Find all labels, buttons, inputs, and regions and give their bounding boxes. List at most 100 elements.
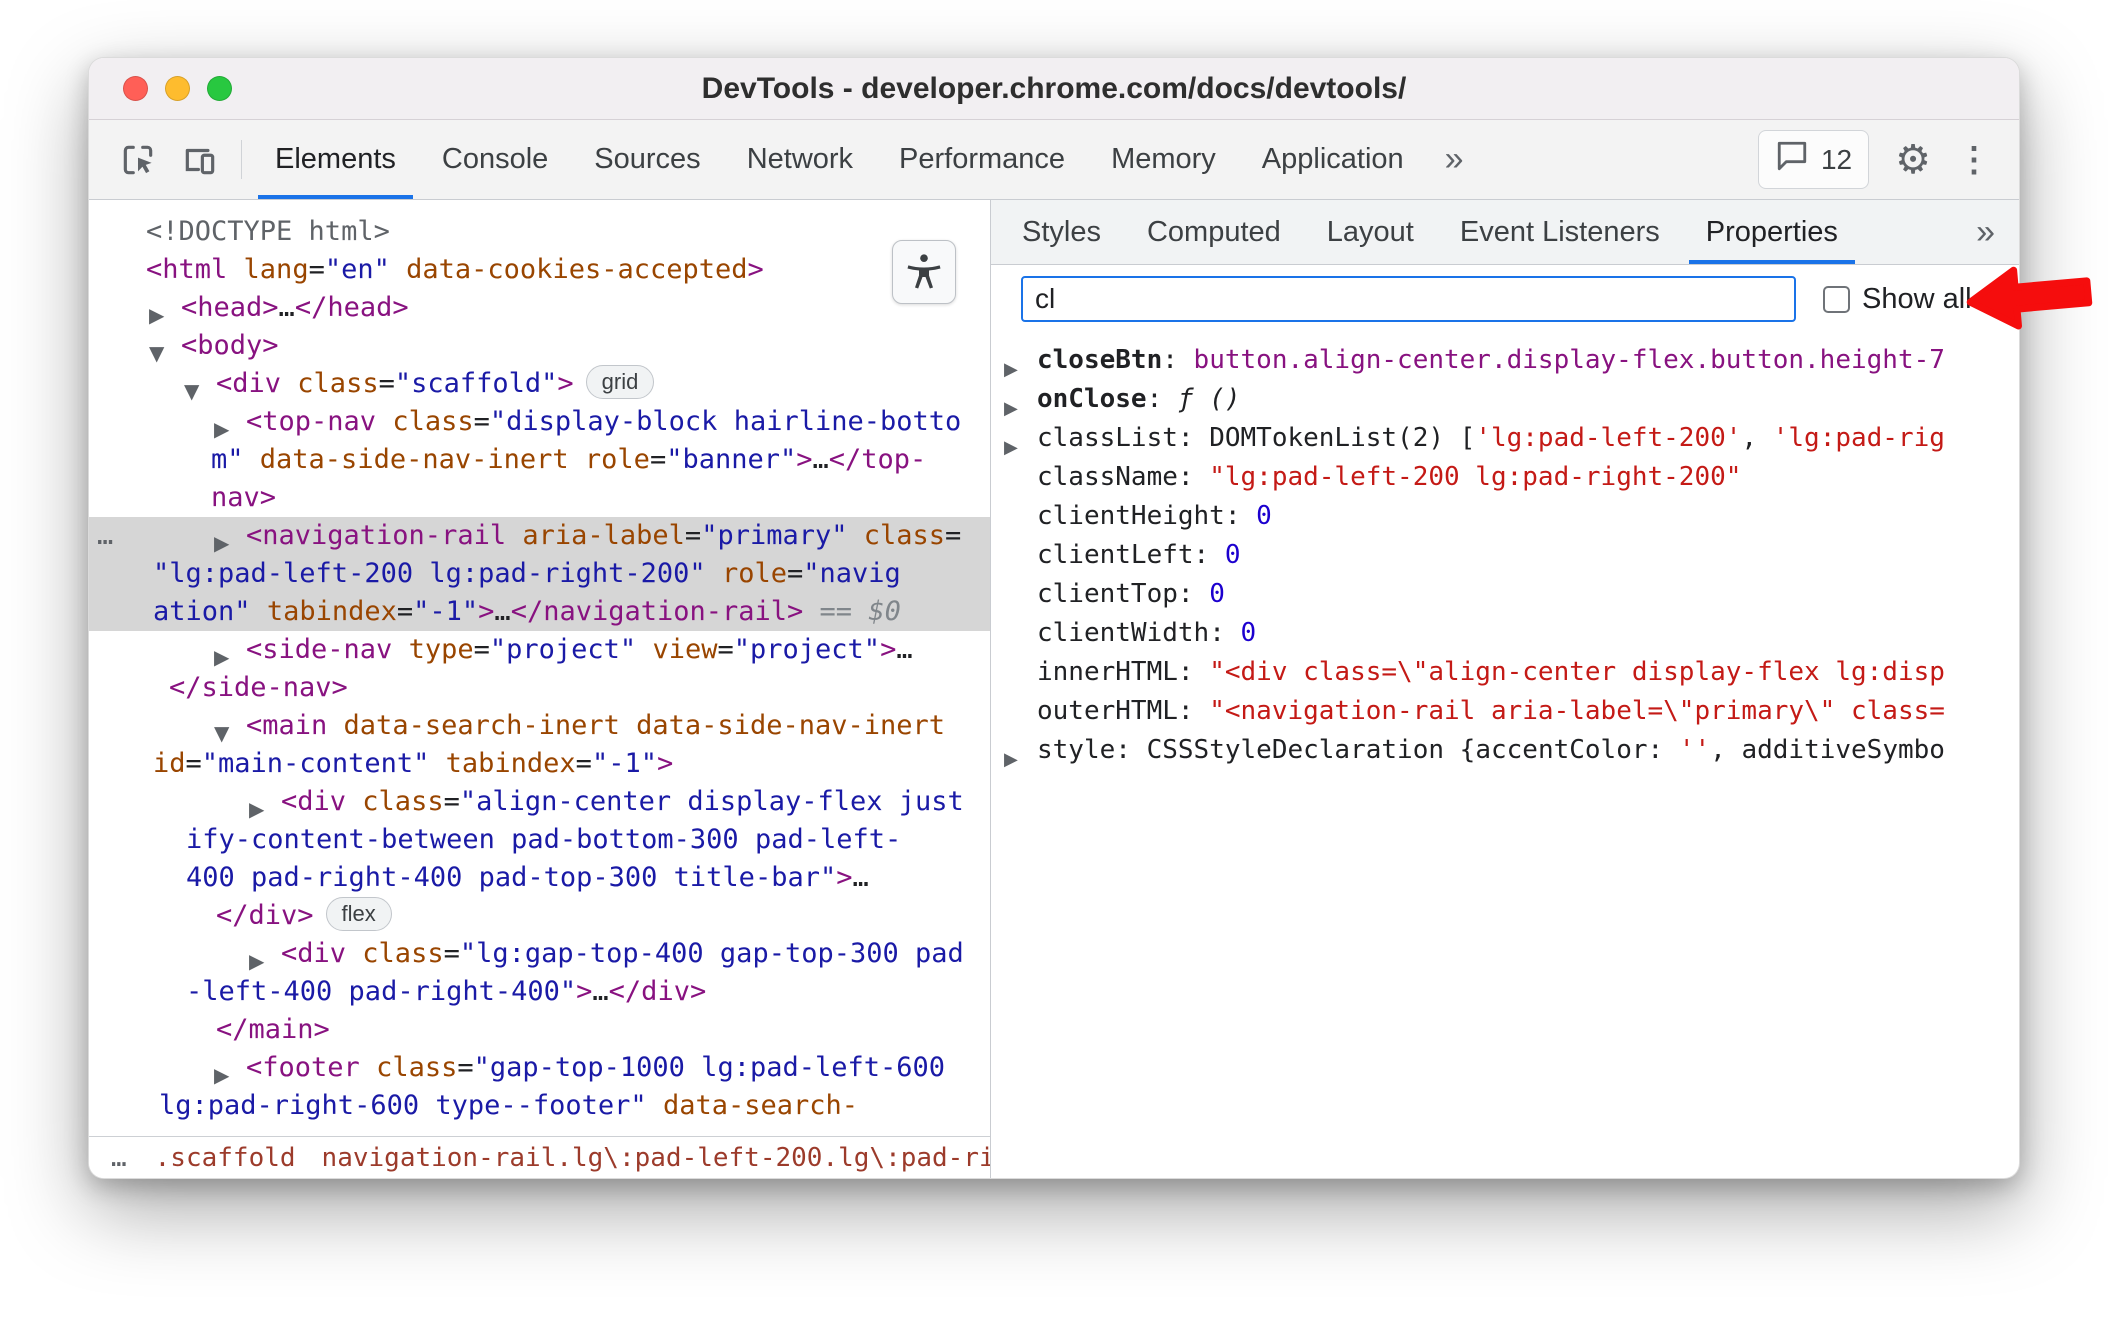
tab-layout[interactable]: Layout [1304,200,1437,264]
property-row[interactable]: ▶ onClose: ƒ () [991,380,2019,419]
tree-line[interactable]: "lg:pad-left-200 lg:pad-right-200" role=… [89,555,990,593]
collapsed-arrow-icon[interactable]: ▶ [1004,428,1018,458]
collapsed-arrow-icon[interactable]: ▶ [1004,389,1018,419]
property-name: classList [1037,423,1178,453]
issues-button[interactable]: 12 [1757,130,1870,189]
tab-performance[interactable]: Performance [876,120,1088,199]
property-value: button.align-center.display-flex.button.… [1193,345,1945,375]
tree-line[interactable]: ation" tabindex="-1">…</navigation-rail>… [89,593,990,631]
inspect-icon[interactable] [107,120,169,199]
tree-line[interactable]: … ▶ <navigation-rail aria-label="primary" … [89,517,990,555]
device-toolbar-icon[interactable] [169,120,231,199]
breadcrumb-overflow-left[interactable]: … [103,1143,136,1173]
title-bar[interactable]: DevTools - developer.chrome.com/docs/dev… [89,58,2019,120]
tree-line[interactable]: </div> flex [89,897,990,935]
more-tabs-icon[interactable]: » [1427,120,1482,199]
property-value: DOMTokenList(2) [ [1209,423,1476,453]
window-title: DevTools - developer.chrome.com/docs/dev… [701,71,1407,105]
tab-console[interactable]: Console [419,120,571,199]
property-value: : [1647,735,1679,765]
property-row[interactable]: outerHTML: "<navigation-rail aria-label=… [991,692,2019,731]
tree-line[interactable]: ify-content-between pad-bottom-300 pad-l… [89,821,990,859]
collapsed-arrow-icon[interactable]: ▶ [1004,350,1018,380]
property-value: accentColor [1475,735,1648,765]
property-value: 0 [1224,540,1241,570]
property-value: '' [1678,735,1711,765]
breadcrumb-items: .scaffold navigation-rail.lg\:pad-left-20… [142,1143,990,1173]
tree-line[interactable]: <html lang="en" data-cookies-accepted> [89,251,990,289]
sidebar-pane: Styles Computed Layout Event Listeners Prope… [991,200,2019,1178]
property-value: , [1741,423,1773,453]
devtools-window: DevTools - developer.chrome.com/docs/dev… [88,57,2020,1179]
devtools-content: <!DOCTYPE html> <html lang="en" data-cook… [89,200,2019,1178]
issues-bubble-icon [1775,140,1809,179]
tab-computed[interactable]: Computed [1124,200,1304,264]
property-name: style [1037,735,1116,765]
property-row[interactable]: ▶ classList: DOMTokenList(2) ['lg:pad-lef… [991,419,2019,458]
tree-line[interactable]: </side-nav> [89,669,990,707]
property-name: innerHTML [1037,657,1178,687]
tree-line[interactable]: nav> [89,479,990,517]
tree-line[interactable]: 400 pad-right-400 pad-top-300 title-bar"… [89,859,990,897]
tree-line[interactable]: ▶ <div class="align-center display-flex j… [89,783,990,821]
property-row[interactable]: clientHeight: 0 [991,497,2019,536]
toolbar-divider [241,140,242,179]
settings-gear-icon[interactable]: ⚙ [1895,140,1931,180]
dom-tree: <!DOCTYPE html> <html lang="en" data-cook… [89,200,990,1136]
property-value: 'lg:pad-left-200' [1475,423,1742,453]
property-row[interactable]: ▶ closeBtn: button.align-center.display-f… [991,341,2019,380]
property-value: 0 [1209,579,1225,609]
property-row[interactable]: clientLeft: 0 [991,536,2019,575]
tab-network[interactable]: Network [724,120,876,199]
tree-line[interactable]: ▼ <div class="scaffold"> grid [89,365,990,403]
tree-line[interactable]: m" data-side-nav-inert role="banner">…</… [89,441,990,479]
property-name: clientHeight [1037,501,1225,531]
filter-input[interactable] [1021,276,1796,322]
property-value: 'lg:pad-rig [1772,423,1945,453]
breadcrumb-crumb[interactable]: navigation-rail.lg\:pad-left-200.lg\:pad… [309,1143,990,1173]
property-row[interactable]: className: "lg:pad-left-200 lg:pad-right… [991,458,2019,497]
property-value: , [1710,735,1742,765]
property-row[interactable]: innerHTML: "<div class=\"align-center di… [991,653,2019,692]
tree-line[interactable]: </main> [89,1011,990,1049]
tree-line[interactable]: <!DOCTYPE html> [89,213,990,251]
tab-memory[interactable]: Memory [1088,120,1239,199]
sidebar-more-tabs-icon[interactable]: » [1958,200,2019,264]
tree-line[interactable]: ▶ <div class="lg:gap-top-400 gap-top-300 … [89,935,990,973]
property-row[interactable]: ▶ style: CSSStyleDeclaration {accentColor… [991,731,2019,770]
tab-sources[interactable]: Sources [571,120,723,199]
red-arrow-annotation [1966,266,2093,330]
tab-event-listeners[interactable]: Event Listeners [1437,200,1683,264]
tree-line[interactable]: ▶ <footer class="gap-top-1000 lg:pad-left… [89,1049,990,1087]
tree-line[interactable]: id="main-content" tabindex="-1"> [89,745,990,783]
collapsed-arrow-icon[interactable]: ▶ [1004,740,1018,770]
tree-line[interactable]: -left-400 pad-right-400">…</div> [89,973,990,1011]
property-name: clientTop [1037,579,1178,609]
tree-line[interactable]: ▼ <main data-search-inert data-side-nav-i… [89,707,990,745]
minimize-window-button[interactable] [165,76,190,101]
tab-application[interactable]: Application [1239,120,1427,199]
zoom-window-button[interactable] [207,76,232,101]
tab-elements[interactable]: Elements [252,120,419,199]
tab-properties[interactable]: Properties [1683,200,1861,264]
property-value: "<navigation-rail aria-label=\"primary\"… [1209,696,1945,726]
property-name: closeBtn [1037,345,1163,375]
tree-line[interactable]: ▶ <top-nav class="display-block hairline-… [89,403,990,441]
flex-badge[interactable]: flex [325,897,392,931]
grid-badge[interactable]: grid [585,365,655,399]
breadcrumb-crumb[interactable]: .scaffold [142,1143,309,1173]
accessibility-tree-toggle[interactable] [892,240,956,304]
property-row[interactable]: clientTop: 0 [991,575,2019,614]
tree-line[interactable]: ▼ <body> [89,327,990,365]
row-options-dots-icon[interactable]: … [97,517,115,555]
tree-line[interactable]: ▶ <head>…</head> [89,289,990,327]
tab-styles[interactable]: Styles [999,200,1124,264]
property-row[interactable]: clientWidth: 0 [991,614,2019,653]
close-window-button[interactable] [123,76,148,101]
properties-list: ▶ closeBtn: button.align-center.display-f… [991,333,2019,1178]
tree-line[interactable]: ▶ <side-nav type="project" view="project"… [89,631,990,669]
more-menu-icon[interactable]: ⋮ [1957,143,1991,177]
show-all-checkbox[interactable] [1823,285,1850,313]
show-all-label[interactable]: Show all [1862,283,1972,316]
tree-line[interactable]: lg:pad-right-600 type--footer" data-sear… [89,1087,990,1125]
